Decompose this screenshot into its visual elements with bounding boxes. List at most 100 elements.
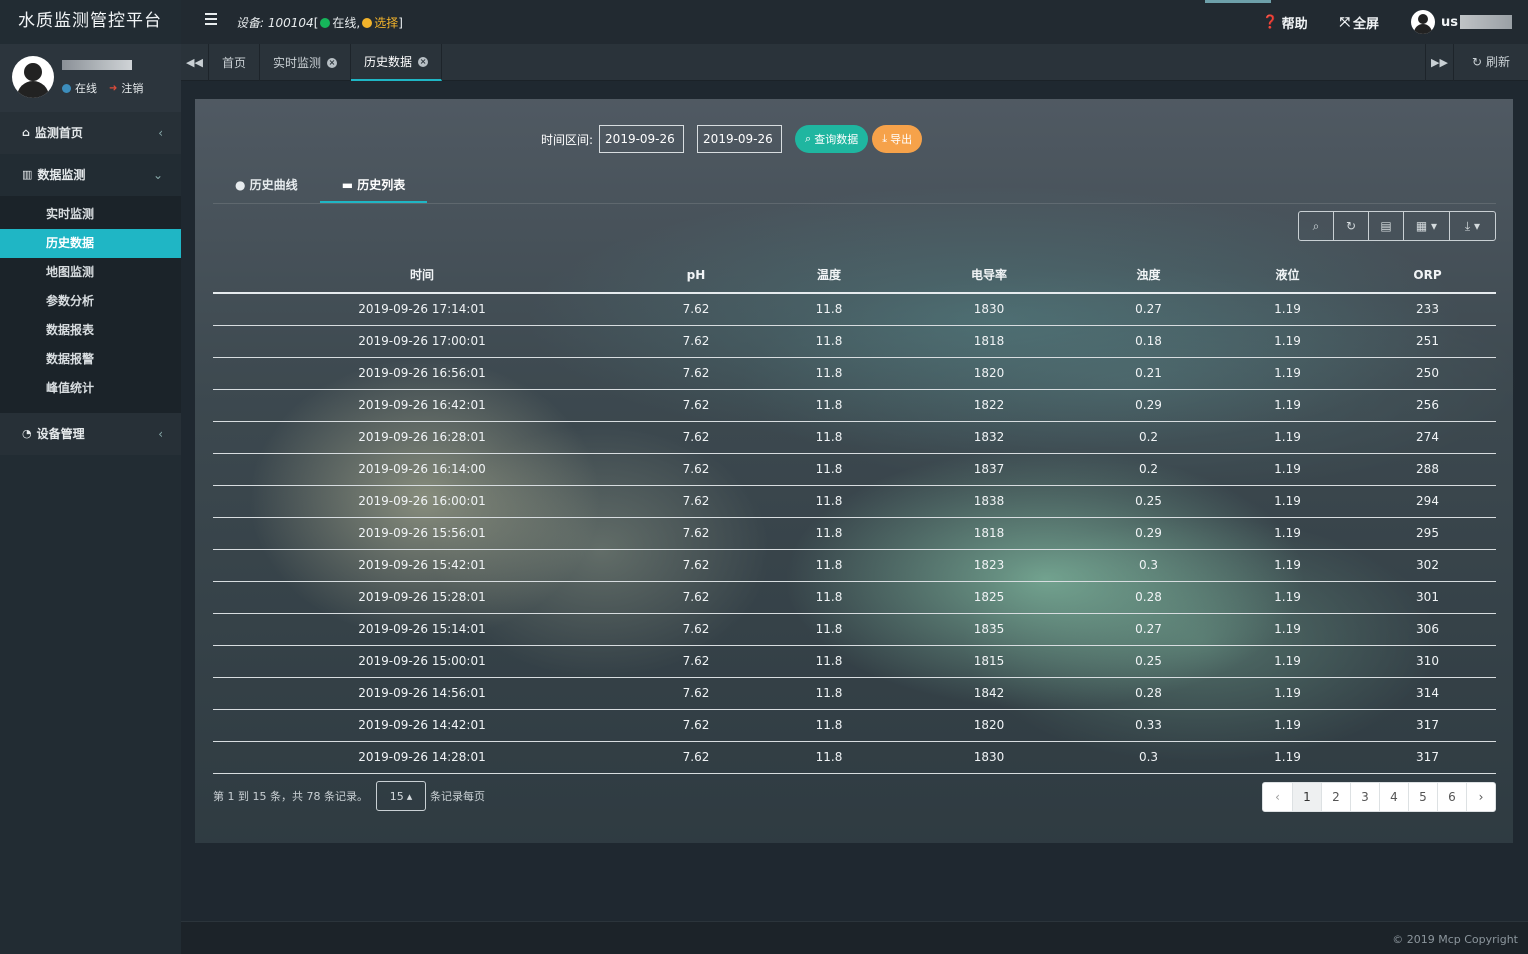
sidebar-item-realtime[interactable]: 实时监测 — [0, 200, 181, 229]
page-button-3[interactable]: 3 — [1350, 783, 1379, 811]
table-cell: 1.19 — [1216, 709, 1359, 742]
menu-toggle-icon[interactable] — [205, 13, 217, 25]
table-cell: 1820 — [897, 357, 1081, 390]
column-header-turbidity[interactable]: 浊度 — [1081, 257, 1216, 294]
page-size-select[interactable]: 15 ▴ — [375, 781, 426, 811]
column-header-orp[interactable]: ORP — [1359, 257, 1496, 294]
table-cell: 0.29 — [1081, 389, 1216, 422]
table-row[interactable]: 2019-09-26 14:56:01 7.62 11.8 1842 0.28 1.19 3… — [213, 677, 1496, 710]
tab-label: 历史列表 — [357, 178, 406, 192]
sidebar-item-peak-stats[interactable]: 峰值统计 — [0, 374, 181, 403]
help-button[interactable]: ❓ 帮助 — [1262, 13, 1307, 32]
page-button-4[interactable]: 4 — [1379, 783, 1408, 811]
close-icon[interactable]: × — [418, 56, 429, 67]
table-columns-button[interactable]: ▦ ▾ — [1403, 211, 1450, 241]
list-alt-icon: ▤ — [1380, 219, 1392, 233]
table-cell: 0.28 — [1081, 581, 1216, 614]
column-header-temperature[interactable]: 温度 — [761, 257, 897, 294]
table-cell: 317 — [1359, 741, 1496, 774]
sidebar-item-history[interactable]: 历史数据 — [0, 229, 181, 258]
column-header-ph[interactable]: pH — [631, 257, 761, 294]
table-cell: 1822 — [897, 389, 1081, 422]
page-button-2[interactable]: 2 — [1321, 783, 1350, 811]
column-header-conductivity[interactable]: 电导率 — [897, 257, 1081, 294]
tab-history-curve[interactable]: ● 历史曲线 — [213, 172, 320, 203]
table-row[interactable]: 2019-09-26 15:14:01 7.62 11.8 1835 0.27 1.19 3… — [213, 613, 1496, 646]
sidebar-item-device-manage[interactable]: ◔ 设备管理 ‹ — [0, 413, 181, 455]
table-row[interactable]: 2019-09-26 17:00:01 7.62 11.8 1818 0.18 1.19 2… — [213, 325, 1496, 358]
table-row[interactable]: 2019-09-26 16:28:01 7.62 11.8 1832 0.2 1.19 27… — [213, 421, 1496, 454]
sidebar-item-label: 数据监测 — [37, 168, 86, 182]
table-export-button[interactable]: ⤓ ▾ — [1449, 211, 1496, 241]
tabs-scroll-right-button[interactable]: ▶▶ — [1425, 44, 1453, 81]
table-row[interactable]: 2019-09-26 16:56:01 7.62 11.8 1820 0.21 1.19 2… — [213, 357, 1496, 390]
page-button-1[interactable]: 1 — [1292, 783, 1321, 811]
refresh-button[interactable]: ↻ 刷新 — [1453, 44, 1528, 81]
sidebar-item-home[interactable]: ⌂ 监测首页 ‹ — [0, 112, 181, 154]
sidebar-item-param-analysis[interactable]: 参数分析 — [0, 287, 181, 316]
start-date-input[interactable] — [599, 125, 685, 153]
table-row[interactable]: 2019-09-26 17:14:01 7.62 11.8 1830 0.27 1.19 2… — [213, 293, 1496, 326]
tab-realtime[interactable]: 实时监测 × — [260, 44, 352, 81]
table-cell: 1842 — [897, 677, 1081, 710]
tab-history[interactable]: 历史数据 × — [351, 44, 443, 81]
query-data-button[interactable]: ⌕ 查询数据 — [795, 125, 869, 153]
table-search-button[interactable]: ⌕ — [1298, 211, 1334, 241]
expand-icon: ⤧ — [1339, 14, 1350, 30]
table-cell: 301 — [1359, 581, 1496, 614]
close-icon[interactable]: × — [327, 57, 338, 68]
table-cell: 0.3 — [1081, 549, 1216, 582]
fullscreen-button[interactable]: ⤧ 全屏 — [1340, 13, 1379, 32]
page-button-6[interactable]: 6 — [1437, 783, 1466, 811]
tab-home[interactable]: 首页 — [209, 44, 261, 81]
column-header-level[interactable]: 液位 — [1216, 257, 1359, 294]
table-cell: 7.62 — [631, 613, 761, 646]
logout-link[interactable]: 注销 — [121, 80, 143, 96]
table-row[interactable]: 2019-09-26 15:56:01 7.62 11.8 1818 0.29 1.19 2… — [213, 517, 1496, 550]
table-cell: 2019-09-26 15:42:01 — [213, 549, 631, 582]
table-row[interactable]: 2019-09-26 15:28:01 7.62 11.8 1825 0.28 1.19 3… — [213, 581, 1496, 614]
table-cell: 11.8 — [761, 389, 897, 422]
page-prev-button[interactable]: ‹ — [1263, 783, 1292, 811]
table-row[interactable]: 2019-09-26 16:42:01 7.62 11.8 1822 0.29 1.19 2… — [213, 389, 1496, 422]
tab-history-list[interactable]: ▬ 历史列表 — [319, 172, 428, 203]
user-avatar[interactable] — [1411, 10, 1435, 34]
table-row[interactable]: 2019-09-26 14:42:01 7.62 11.8 1820 0.33 1.19 3… — [213, 709, 1496, 742]
sidebar-item-map[interactable]: 地图监测 — [0, 258, 181, 287]
table-row[interactable]: 2019-09-26 16:14:00 7.62 11.8 1837 0.2 1.19 28… — [213, 453, 1496, 486]
tabs-scroll-left-button[interactable]: ◀◀ — [181, 44, 209, 81]
table-toggle-view-button[interactable]: ▤ — [1368, 211, 1404, 241]
table-row[interactable]: 2019-09-26 15:42:01 7.62 11.8 1823 0.3 1.19 30… — [213, 549, 1496, 582]
table-cell: 2019-09-26 16:28:01 — [213, 421, 631, 454]
end-date-input[interactable] — [697, 125, 783, 153]
topbar: 设备: 100104 [ 在线, 选择 ] ❓ 帮助 ⤧ 全屏 us — [181, 0, 1528, 44]
sidebar-item-alarm[interactable]: 数据报警 — [0, 345, 181, 374]
sidebar-item-report[interactable]: 数据报表 — [0, 316, 181, 345]
table-row[interactable]: 2019-09-26 14:28:01 7.62 11.8 1830 0.3 1.19 31… — [213, 741, 1496, 774]
table-row[interactable]: 2019-09-26 15:00:01 7.62 11.8 1815 0.25 1.19 3… — [213, 645, 1496, 678]
table-row[interactable]: 2019-09-26 16:00:01 7.62 11.8 1838 0.25 1.19 2… — [213, 485, 1496, 518]
time-range-label: 时间区间: — [541, 132, 594, 147]
table-cell: 2019-09-26 16:14:00 — [213, 453, 631, 486]
select-device-link[interactable]: 选择 — [374, 14, 398, 31]
table-cell: 1.19 — [1216, 741, 1359, 774]
column-header-time[interactable]: 时间 — [213, 257, 631, 294]
page-next-button[interactable]: › — [1466, 783, 1495, 811]
help-label: 帮助 — [1281, 16, 1308, 32]
date-filter: 时间区间: ⌕查询数据 ⤓导出 — [541, 125, 923, 153]
page-button-5[interactable]: 5 — [1408, 783, 1437, 811]
username-prefix[interactable]: us — [1441, 15, 1458, 30]
table-cell: 2019-09-26 17:00:01 — [213, 325, 631, 358]
table-cell: 11.8 — [761, 421, 897, 454]
sidebar-item-label: 监测首页 — [34, 126, 83, 140]
export-button[interactable]: ⤓ 导出 — [872, 125, 923, 153]
sidebar-item-data-monitor[interactable]: ▥ 数据监测 ⌄ — [0, 154, 181, 196]
user-panel: 在线 ➜ 注销 — [0, 44, 181, 112]
logout-icon[interactable]: ➜ — [109, 83, 117, 94]
bracket-open: [ — [313, 15, 319, 30]
table-cell: 1838 — [897, 485, 1081, 518]
device-info: 设备: 100104 [ 在线, 选择 ] — [236, 14, 403, 31]
table-cell: 7.62 — [631, 581, 761, 614]
table-cell: 251 — [1359, 325, 1496, 358]
table-refresh-button[interactable]: ↻ — [1333, 211, 1369, 241]
